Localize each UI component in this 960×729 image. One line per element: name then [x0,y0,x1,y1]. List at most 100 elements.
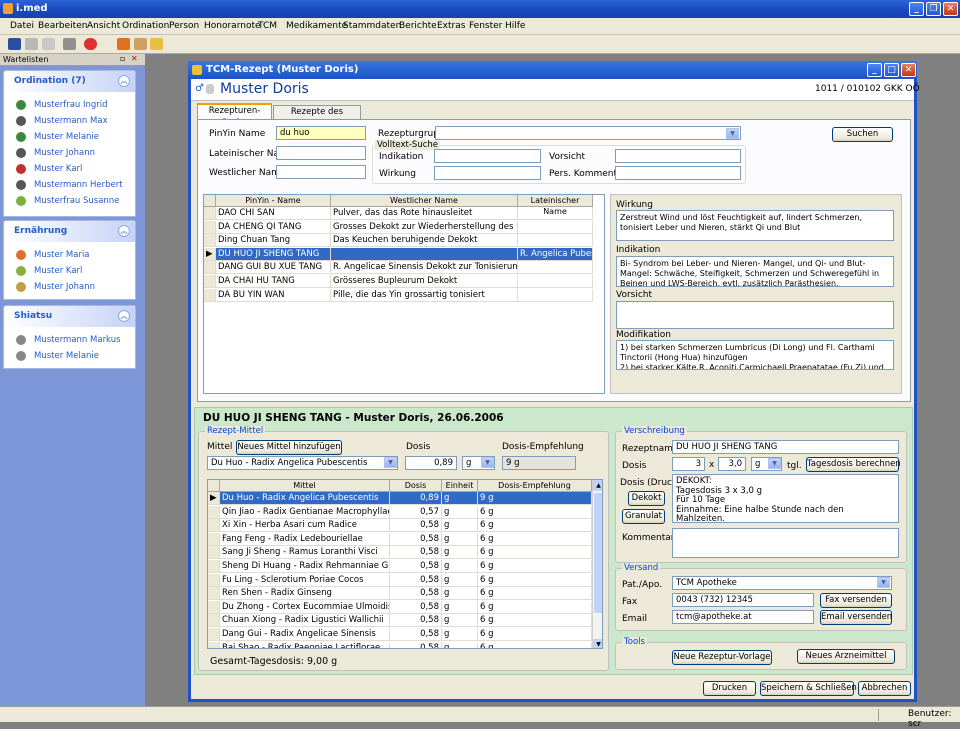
table-cell[interactable]: 0,58 [390,560,442,573]
table-cell[interactable]: 6 g [478,532,592,546]
email-input[interactable]: tcm@apotheke.at [672,610,814,624]
delete-icon[interactable] [42,38,55,50]
table-cell[interactable]: g [442,587,478,601]
row-selector[interactable] [208,560,220,573]
fax-send-button[interactable]: Fax versenden [820,593,892,608]
table-cell[interactable]: Chuan Xiong - Radix Ligustici Wallichii [220,614,390,628]
dosis-amount-input[interactable]: 3,0 [718,457,746,471]
table-cell[interactable]: g [442,492,478,505]
close-icon[interactable]: ✕ [943,2,958,16]
row-selector[interactable]: ▶ [208,492,220,505]
row-selector[interactable] [208,573,220,587]
chevron-down-icon[interactable]: ▼ [481,457,494,468]
table-cell[interactable]: 6 g [478,546,592,560]
granulat-button[interactable]: Granulat [622,509,665,524]
calc-daily-dose-button[interactable]: Tagesdosis berechnen [806,457,901,472]
western-input[interactable] [276,165,366,179]
fax-input[interactable]: 0043 (732) 12345 [672,593,814,607]
table-cell[interactable]: DA CHAI HU TANG [216,275,331,288]
table-cell[interactable]: 6 g [478,505,592,519]
table-cell[interactable]: R. Angelica Pubes... [518,247,593,261]
row-selector[interactable] [204,275,216,288]
new-template-button[interactable]: Neue Rezeptur-Vorlage [672,650,772,665]
col-pinyin[interactable]: PinYin - Name [216,195,331,207]
stop-icon[interactable] [84,38,97,50]
collapse-icon[interactable]: ︽ [118,310,130,322]
table-cell[interactable]: R. Angelicae Sinensis Dekokt zur Tonisie… [331,261,518,275]
panel-ernaehrung-title[interactable]: Ernährung [4,221,135,242]
table-cell[interactable]: Pulver, das das Rote hinausleitet [331,207,518,220]
row-selector[interactable] [208,532,220,546]
table-cell[interactable]: g [442,532,478,546]
group-select[interactable]: ▼ [435,126,741,140]
table-cell[interactable]: Pille, die das Yin grossartig tonisiert [331,288,518,302]
row-selector[interactable] [208,614,220,628]
save-icon[interactable] [8,38,21,50]
table-cell[interactable]: Fang Feng - Radix Ledebouriellae [220,532,390,546]
row-selector[interactable] [204,261,216,275]
table-cell[interactable]: 0,58 [390,641,442,648]
col-empfehlung[interactable]: Dosis-Empfehlung [478,480,592,492]
table-cell[interactable]: DA CHENG QI TANG [216,220,331,234]
restore-icon[interactable]: ❐ [926,2,941,16]
table-cell[interactable]: Sheng Di Huang - Radix Rehmanniae Glutin… [220,560,390,573]
print-icon[interactable] [63,38,76,50]
add-icon[interactable] [25,38,38,50]
chevron-down-icon[interactable]: ▼ [384,457,397,468]
table-cell[interactable]: Ding Chuan Tang [216,234,331,248]
search-button[interactable]: Suchen [832,127,893,142]
table-cell[interactable]: 6 g [478,519,592,533]
row-selector[interactable]: ▶ [204,247,216,261]
kommentar-textarea[interactable] [672,528,899,558]
menu-berichte[interactable]: Berichte [399,21,437,31]
collapse-icon[interactable]: ︽ [118,225,130,237]
menu-medikamente[interactable]: Medikamente [286,21,347,31]
detail-vorsicht[interactable] [616,301,894,329]
table-cell[interactable]: Qin Jiao - Radix Gentianae Macrophyllae [220,505,390,519]
table-cell[interactable]: Du Zhong - Cortex Eucommiae Ulmoidis [220,600,390,614]
dosis-count-input[interactable]: 3 [672,457,705,471]
row-selector[interactable] [204,288,216,302]
panel-ordination-title[interactable]: Ordination (7) [4,71,135,92]
menu-fenster[interactable]: Fenster [469,21,502,31]
pinyin-input[interactable]: du huo [276,126,366,140]
row-selector[interactable] [208,628,220,641]
table-cell[interactable]: 6 g [478,641,592,648]
scroll-thumb[interactable] [594,493,602,613]
dosis-input[interactable]: 0,89 [405,456,457,470]
table-cell[interactable]: Grosses Dekokt zur Wiederherstellung des… [331,220,518,234]
table-cell[interactable]: g [442,641,478,648]
scroll-down-icon[interactable]: ▼ [593,639,602,648]
table-cell[interactable] [518,261,593,275]
close-icon[interactable]: ✕ [901,63,916,77]
latin-input[interactable] [276,146,366,160]
row-selector[interactable] [204,207,216,220]
table-cell[interactable]: 0,58 [390,519,442,533]
table-cell[interactable]: g [442,505,478,519]
dekokt-button[interactable]: Dekokt [628,491,665,506]
table-cell[interactable]: DANG GUI BU XUE TANG [216,261,331,275]
row-selector[interactable] [204,234,216,248]
col-einheit[interactable]: Einheit [442,480,478,492]
table-cell[interactable]: 6 g [478,600,592,614]
table-cell[interactable]: 0,58 [390,600,442,614]
table-cell[interactable]: g [442,573,478,587]
table-cell[interactable] [518,275,593,288]
tab-rezepturen-suche[interactable]: Rezepturen-Suche [197,103,272,128]
table-cell[interactable]: 0,58 [390,587,442,601]
pin-icon[interactable]: ▫ [120,54,125,63]
chevron-down-icon[interactable]: ▼ [726,128,739,139]
calendar-icon[interactable] [134,38,147,50]
minimize-icon[interactable]: _ [867,63,882,77]
email-send-button[interactable]: Email versenden [820,610,892,625]
table-cell[interactable]: 9 g [478,492,592,505]
scroll-up-icon[interactable]: ▲ [593,480,602,491]
row-selector[interactable] [208,546,220,560]
add-remedy-button[interactable]: Neues Mittel hinzufügen [236,440,342,455]
cancel-button[interactable]: Abbrechen [858,681,911,696]
table-cell[interactable]: g [442,628,478,641]
rezeptname-input[interactable]: DU HUO JI SHENG TANG [672,440,899,454]
row-selector[interactable] [208,587,220,601]
table-cell[interactable] [518,207,593,220]
table-cell[interactable]: DA BU YIN WAN [216,288,331,302]
